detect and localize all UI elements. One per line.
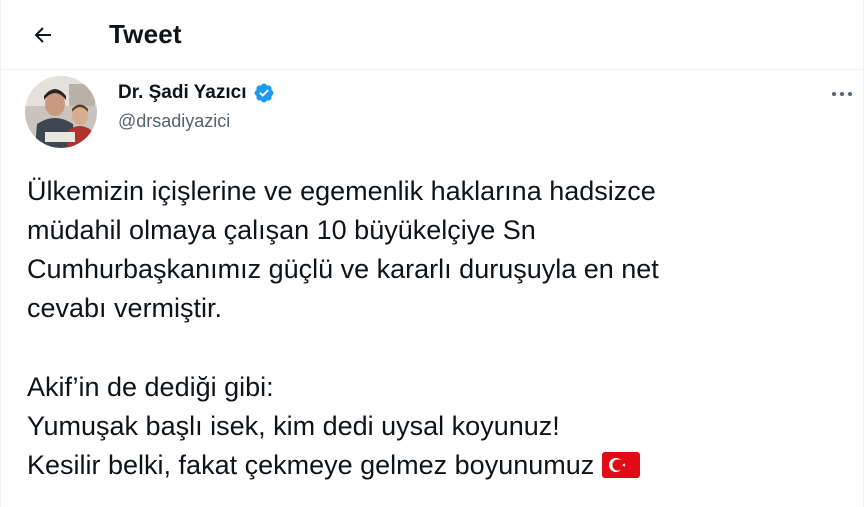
arrow-left-icon [34, 27, 51, 43]
more-horizontal-icon [832, 92, 852, 96]
avatar[interactable] [25, 76, 97, 148]
tweet-line: Ülkemizin içişlerine ve egemenlik haklar… [27, 176, 656, 206]
page-header: Tweet [1, 0, 864, 70]
tweet-line-last: Kesilir belki, fakat çekmeye gelmez boyu… [27, 446, 847, 485]
author-name-line: Dr. Şadi Yazıcı [118, 82, 275, 104]
tweet-text: Ülkemizin içişlerine ve egemenlik haklar… [27, 172, 847, 485]
avatar-photo [25, 76, 97, 148]
tweet-author: Dr. Şadi Yazıcı @drsadiyazici [25, 76, 861, 148]
tweet-line-text: Kesilir belki, fakat çekmeye gelmez boyu… [27, 450, 595, 480]
tweet-line: Yumuşak başlı isek, kim dedi uysal koyun… [27, 411, 560, 441]
tweet-line: Akif’in de dediği gibi: [27, 372, 274, 402]
tweet-line: müdahil olmaya çalışan 10 büyükelçiye Sn [27, 215, 536, 245]
tweet-line: Cumhurbaşkanımız güçlü ve kararlı duruşu… [27, 254, 659, 284]
turkey-flag-emoji [602, 452, 641, 478]
verified-badge-icon [254, 83, 273, 103]
author-handle[interactable]: @drsadiyazici [118, 111, 230, 132]
page-title: Tweet [109, 19, 182, 49]
more-options-button[interactable] [827, 82, 857, 106]
tweet-page: Tweet Dr. Şadi Yazıcı @drsadiyazici Ülke… [0, 0, 864, 507]
author-display-name[interactable]: Dr. Şadi Yazıcı [118, 82, 247, 104]
tweet-line: cevabı vermiştir. [27, 293, 223, 323]
back-button[interactable] [25, 17, 61, 53]
